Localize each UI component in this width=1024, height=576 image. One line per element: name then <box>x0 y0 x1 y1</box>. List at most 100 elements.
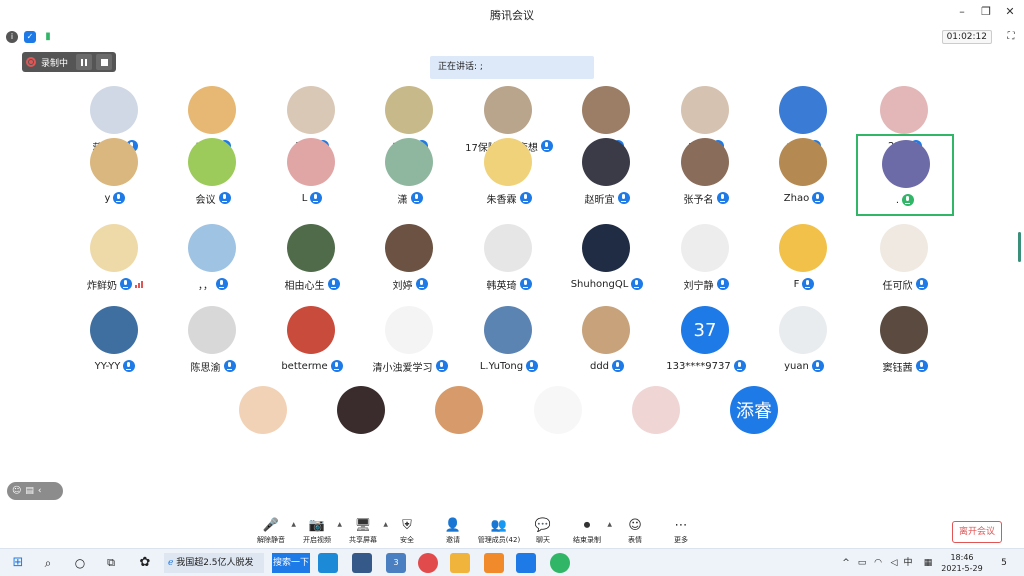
mail-icon[interactable]: 3 <box>386 553 406 573</box>
participant-tile[interactable] <box>411 382 509 464</box>
participant-tile[interactable]: 陈思渝 <box>164 302 262 384</box>
toolbar-button[interactable]: 👤 邀请 <box>428 516 478 548</box>
participant-name: betterme <box>281 360 328 372</box>
minimize-button[interactable]: – <box>954 4 970 20</box>
wifi-icon[interactable]: ◠ <box>872 553 884 573</box>
participant-tile[interactable] <box>608 382 706 464</box>
microphone-icon <box>113 192 126 204</box>
chat-mini-bar[interactable]: ☺ ▤ ‹ <box>7 482 63 500</box>
cortana-icon[interactable]: ○ <box>72 553 88 573</box>
participant-name: 张予名 <box>683 194 714 206</box>
participant-tile[interactable]: betterme <box>263 302 361 384</box>
participant-tile[interactable]: 潇 <box>361 134 459 216</box>
info-icon[interactable]: i <box>6 31 18 43</box>
toolbar-button[interactable]: 🖥 共享屏幕 ▲ <box>338 516 388 548</box>
participant-avatar <box>90 86 138 134</box>
search-icon[interactable]: ⌕ <box>40 553 56 573</box>
participant-tile[interactable]: L.YuTong <box>460 302 558 384</box>
collapse-icon[interactable]: ‹ <box>38 486 42 496</box>
participant-tile[interactable]: YY-YY <box>66 302 164 384</box>
participant-tile[interactable]: 朱香霖 <box>460 134 558 216</box>
microphone-icon <box>802 278 815 290</box>
participant-tile[interactable]: yuan <box>755 302 853 384</box>
toolbar-button[interactable]: 💬 聊天 <box>518 516 568 548</box>
toolbar-button[interactable]: ☺ 表情 <box>610 516 660 548</box>
app2-icon[interactable] <box>484 553 504 573</box>
chat-icon[interactable]: ▤ <box>25 486 34 496</box>
participant-name-row: 赵昕宜 <box>558 191 656 206</box>
toolbar-button[interactable]: ⋯ 更多 <box>656 516 706 548</box>
stop-recording-button[interactable] <box>96 54 112 70</box>
participant-tile[interactable]: 窦钰茜 <box>856 302 954 384</box>
signal-icon[interactable]: ▮ <box>42 31 54 43</box>
notification-icon[interactable]: 5 <box>996 553 1012 573</box>
participant-tile[interactable]: y <box>66 134 164 216</box>
participant-avatar: 37 <box>681 306 729 354</box>
participant-tile[interactable]: 刘宁静 <box>657 220 755 302</box>
participant-name: ddd <box>589 360 610 372</box>
taskbar-clock[interactable]: 18:46 2021-5-29 <box>932 552 992 574</box>
microphone-icon <box>902 194 915 206</box>
toolbar-button[interactable]: ⏺ 结束录制 ▲ <box>562 516 612 548</box>
taskbar-search-button[interactable]: 搜索一下 <box>272 553 310 573</box>
microphone-icon <box>612 360 625 372</box>
participant-tile[interactable]: ddd <box>558 302 656 384</box>
participant-tile[interactable] <box>215 382 313 464</box>
wechat-icon[interactable] <box>550 553 570 573</box>
participant-avatar <box>880 86 928 134</box>
participant-tile[interactable]: 韩英琦 <box>460 220 558 302</box>
participant-tile[interactable]: 相由心生 <box>263 220 361 302</box>
participant-name: 窦钰茜 <box>882 362 913 374</box>
edge-icon[interactable] <box>318 553 338 573</box>
ime-indicator[interactable]: 中 <box>902 553 914 573</box>
toolbar-button[interactable]: ⛨ 安全 <box>382 516 432 548</box>
task-view-icon[interactable]: ⧉ <box>103 553 119 573</box>
toolbar-button[interactable]: 🎤 解除静音 ▲ <box>246 516 296 548</box>
grid-scrollbar[interactable] <box>1018 232 1021 262</box>
participant-tile[interactable]: 刘婷 <box>361 220 459 302</box>
restore-button[interactable]: ❐ <box>978 4 994 20</box>
folder-icon[interactable] <box>450 553 470 573</box>
participant-name: 相由心生 <box>284 280 325 292</box>
network-icon[interactable]: ▭ <box>856 553 868 573</box>
participant-tile[interactable] <box>313 382 411 464</box>
participant-tile[interactable]: L <box>263 134 361 216</box>
emoji-icon[interactable]: ☺ <box>12 486 21 496</box>
toolbar-button[interactable]: 👥 管理成员(42) <box>474 516 524 548</box>
app-icon[interactable]: ✿ <box>136 553 154 573</box>
store-icon[interactable] <box>352 553 372 573</box>
participant-tile[interactable]: 37 133****9737 <box>657 302 755 384</box>
participant-avatar <box>287 86 335 134</box>
participant-avatar <box>681 86 729 134</box>
participant-tile[interactable]: ，， <box>164 220 262 302</box>
participant-tile[interactable]: 赵昕宜 <box>558 134 656 216</box>
tray-overflow-icon[interactable]: ^ <box>840 553 852 573</box>
participant-tile[interactable]: 张予名 <box>657 134 755 216</box>
participant-tile[interactable]: 会议 <box>164 134 262 216</box>
participant-name-row: 刘宁静 <box>657 277 755 292</box>
shield-icon[interactable]: ✓ <box>24 31 36 43</box>
participant-tile[interactable]: ShuhongQL <box>558 220 656 302</box>
participant-avatar <box>582 138 630 186</box>
leave-meeting-button[interactable]: 离开会议 <box>952 521 1002 543</box>
pause-recording-button[interactable] <box>76 54 92 70</box>
stop-icon <box>100 58 108 66</box>
participant-tile[interactable]: 添睿 <box>706 382 804 464</box>
participant-tile[interactable]: F <box>755 220 853 302</box>
participant-tile[interactable] <box>510 382 608 464</box>
fullscreen-icon[interactable]: ⛶ <box>1004 30 1018 44</box>
title-bar: 腾讯会议 – ❐ ✕ <box>0 0 1024 28</box>
volume-icon[interactable]: ◁ <box>888 553 900 573</box>
participant-tile[interactable]: . <box>856 134 954 216</box>
taskbar-browser-tab[interactable]: ℯ 我国超2.5亿人脱发 <box>164 553 264 573</box>
close-button[interactable]: ✕ <box>1002 4 1018 20</box>
participant-tile[interactable]: Zhao <box>755 134 853 216</box>
chrome-icon[interactable] <box>418 553 438 573</box>
participant-tile[interactable]: 炸鲜奶 <box>66 220 164 302</box>
tencent-meeting-icon[interactable] <box>516 553 536 573</box>
start-icon[interactable]: ⊞ <box>10 553 26 573</box>
participant-tile[interactable]: 任可欣 <box>856 220 954 302</box>
participant-tile[interactable]: 清小浊爱学习 <box>361 302 459 384</box>
toolbar-button[interactable]: 📷 开启视频 ▲ <box>292 516 342 548</box>
toolbar-icon: 🎤 <box>262 518 280 533</box>
